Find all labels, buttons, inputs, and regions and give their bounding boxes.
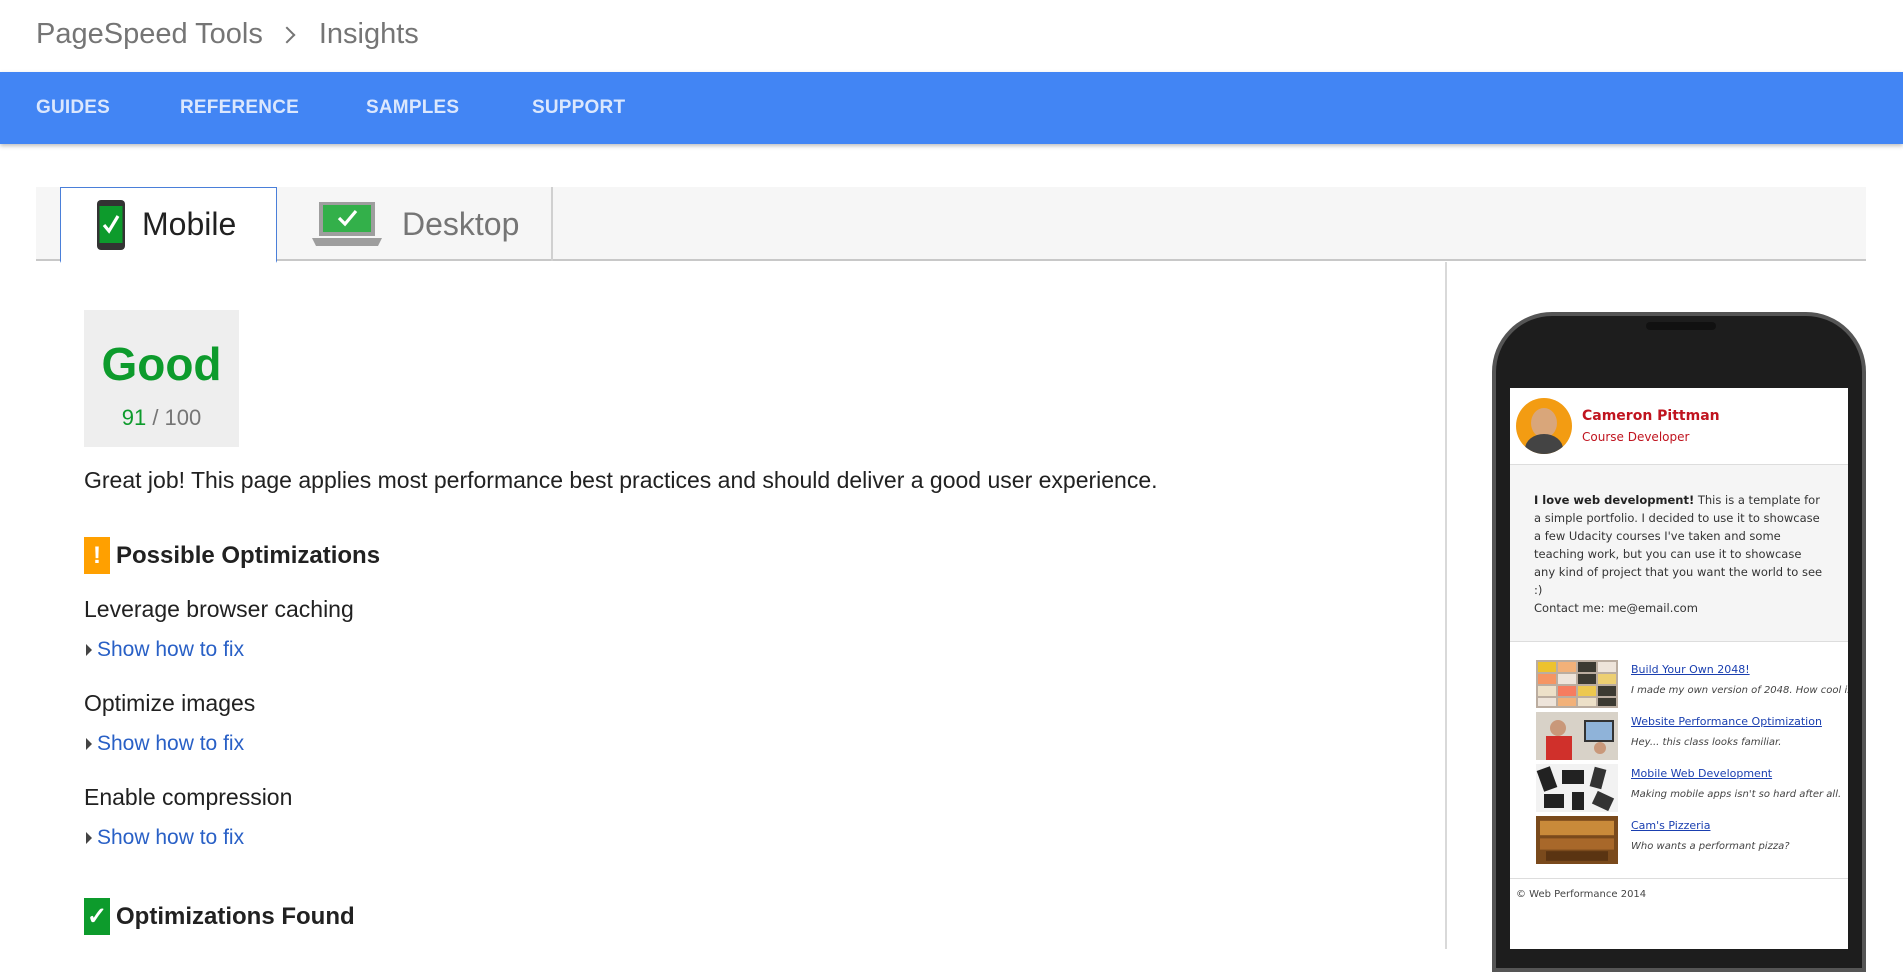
show-fix-caching-link[interactable]: Show how to fix [86, 638, 244, 662]
tab-mobile-label: Mobile [142, 206, 237, 242]
project-desc: I made my own version of 2048. How cool … [1631, 685, 1848, 696]
score-box: Good 91 / 100 [84, 310, 239, 447]
main-nav: GUIDES REFERENCE SAMPLES SUPPORT [0, 72, 1903, 144]
show-fix-compression-link[interactable]: Show how to fix [86, 826, 244, 850]
project-thumbnail-2048 [1536, 660, 1618, 708]
breadcrumb-parent-link[interactable]: PageSpeed Tools [36, 18, 263, 51]
avatar [1516, 398, 1572, 454]
preview-bio-bold: I love web development! [1534, 493, 1695, 507]
score-number: 91 [121, 405, 147, 430]
summary-text: Great job! This page applies most perfor… [84, 467, 1158, 493]
optimizations-found-title: Optimizations Found [116, 902, 355, 930]
check-icon: ✓ [84, 898, 110, 935]
project-link[interactable]: Mobile Web Development [1631, 767, 1772, 780]
project-desc: Who wants a performant pizza? [1631, 841, 1790, 852]
preview-header: Cameron Pittman Course Developer [1510, 388, 1848, 464]
expand-triangle-icon [86, 738, 92, 750]
score-max: / 100 [152, 405, 202, 430]
nav-samples[interactable]: SAMPLES [366, 97, 459, 119]
phone-preview-screen: Cameron Pittman Course Developer I love … [1510, 388, 1848, 949]
rule-title-images: Optimize images [84, 690, 256, 716]
breadcrumb-current[interactable]: Insights [319, 18, 419, 51]
breadcrumb: PageSpeed Tools Insights [36, 18, 419, 51]
preview-footer: © Web Performance 2014 [1510, 878, 1848, 910]
project-thumbnail-pizzeria [1536, 816, 1618, 864]
project-desc: Making mobile apps isn't so hard after a… [1631, 789, 1842, 800]
optimizations-found-heading: ✓ Optimizations Found [84, 898, 355, 935]
list-item: Mobile Web Development Making mobile app… [1536, 764, 1848, 816]
show-fix-label: Show how to fix [97, 732, 245, 755]
chevron-right-icon [278, 26, 296, 43]
project-thumbnail-mobile [1536, 764, 1618, 812]
score-label: Good [101, 338, 222, 390]
project-thumbnail-perf [1536, 712, 1618, 760]
show-fix-label: Show how to fix [97, 826, 245, 849]
project-link[interactable]: Website Performance Optimization [1631, 715, 1822, 728]
possible-optimizations-title: Possible Optimizations [116, 541, 381, 569]
preview-contact: Contact me: me@email.com [1534, 601, 1698, 615]
rule-title-compression: Enable compression [84, 784, 293, 810]
warning-icon: ! [84, 537, 110, 574]
nav-guides[interactable]: GUIDES [36, 97, 110, 119]
rule-title-caching: Leverage browser caching [84, 596, 354, 622]
laptop-check-icon [312, 202, 382, 246]
tab-mobile[interactable]: Mobile [60, 187, 277, 263]
phone-speaker [1646, 322, 1716, 330]
show-fix-images-link[interactable]: Show how to fix [86, 732, 244, 756]
project-link[interactable]: Build Your Own 2048! [1631, 663, 1750, 676]
score-value: 91 / 100 [84, 405, 239, 431]
nav-support[interactable]: SUPPORT [532, 97, 625, 119]
content-divider [1445, 262, 1447, 949]
list-item: Website Performance Optimization Hey... … [1536, 712, 1848, 764]
project-desc: Hey... this class looks familiar. [1631, 737, 1782, 748]
top-header: PageSpeed Tools Insights [0, 0, 1903, 72]
project-link[interactable]: Cam's Pizzeria [1631, 819, 1710, 832]
preview-bio-text: This is a template for a simple portfoli… [1534, 493, 1823, 597]
show-fix-label: Show how to fix [97, 638, 245, 661]
preview-project-list: Build Your Own 2048! I made my own versi… [1510, 642, 1848, 868]
preview-bio: I love web development! This is a templa… [1510, 464, 1848, 642]
tab-desktop[interactable]: Desktop [277, 187, 553, 261]
list-item: Cam's Pizzeria Who wants a performant pi… [1536, 816, 1848, 868]
nav-reference[interactable]: REFERENCE [180, 97, 299, 119]
expand-triangle-icon [86, 644, 92, 656]
mobile-phone-check-icon [97, 199, 125, 250]
tab-desktop-label: Desktop [402, 205, 520, 242]
expand-triangle-icon [86, 832, 92, 844]
list-item: Build Your Own 2048! I made my own versi… [1536, 660, 1848, 712]
device-tabs: Mobile Desktop [36, 187, 1866, 263]
preview-name: Cameron Pittman [1582, 408, 1720, 424]
preview-role: Course Developer [1582, 430, 1690, 444]
possible-optimizations-heading: ! Possible Optimizations [84, 537, 380, 574]
